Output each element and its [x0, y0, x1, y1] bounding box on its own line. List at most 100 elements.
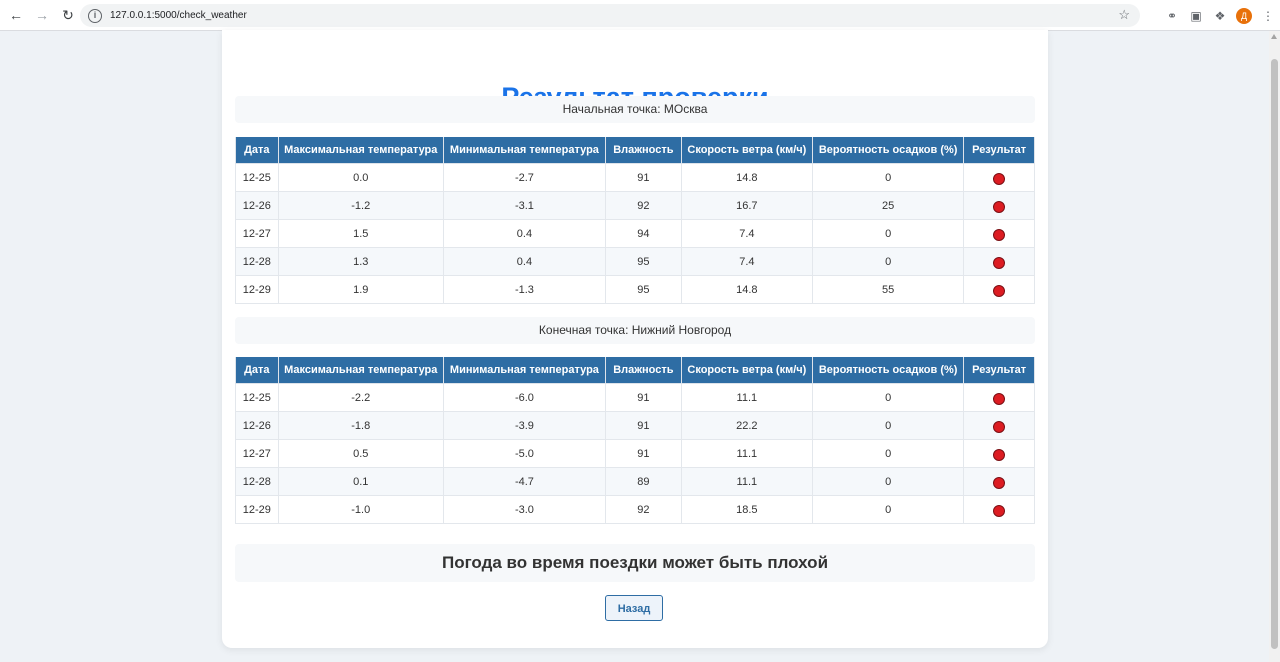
table-header-row: Дата Максимальная температура Минимальная … [235, 357, 1035, 384]
table-cell: 18.5 [680, 495, 814, 524]
extensions-icon[interactable]: ❖ [1208, 9, 1232, 23]
column-header: Минимальная температура [442, 137, 607, 164]
result-card: Результат проверки Начальная точка: МОск… [222, 30, 1048, 648]
column-header: Влажность [605, 137, 682, 164]
table-body: 12-25 0.0 -2.7 91 14.8 0 12-26 -1.2 -3.1 92 16.7 25… [235, 163, 1035, 304]
address-bar[interactable]: i 127.0.0.1:5000/check_weather ☆ [80, 4, 1140, 27]
red-status-dot-icon [993, 392, 1006, 405]
table-cell: 0 [811, 247, 965, 276]
table-cell: 0 [811, 495, 965, 524]
table-body: 12-25 -2.2 -6.0 91 11.1 0 12-26 -1.8 -3.9 91 22.2 0… [235, 383, 1035, 524]
table-cell: 12-27 [235, 219, 279, 248]
red-status-dot-icon [993, 420, 1006, 433]
table-cell: 0 [811, 411, 965, 440]
table-row: 12-28 1.3 0.4 95 7.4 0 [235, 247, 1035, 276]
column-header: Влажность [605, 357, 682, 384]
table-row: 12-27 1.5 0.4 94 7.4 0 [235, 219, 1035, 248]
red-status-dot-icon [993, 504, 1006, 517]
column-header: Результат [963, 357, 1035, 384]
column-header: Дата [235, 357, 279, 384]
page-scrollbar[interactable] [1269, 31, 1280, 662]
table-cell: 95 [605, 247, 682, 276]
site-info-icon[interactable]: i [88, 8, 102, 23]
table-cell: -2.2 [277, 383, 444, 412]
table-cell: 11.1 [680, 467, 814, 496]
table-cell: 14.8 [680, 275, 814, 304]
table-cell: 16.7 [680, 191, 814, 220]
reload-icon[interactable]: ↻ [56, 3, 80, 27]
table-cell: 0 [811, 219, 965, 248]
result-cell [963, 467, 1035, 496]
forward-arrow-icon[interactable]: → [30, 3, 54, 27]
result-cell [963, 219, 1035, 248]
globe-icon[interactable]: ⚭ [1160, 9, 1184, 23]
table-cell: 12-26 [235, 191, 279, 220]
bookmark-star-icon[interactable]: ☆ [1118, 7, 1130, 23]
column-header: Минимальная температура [442, 357, 607, 384]
table-cell: -6.0 [442, 383, 607, 412]
column-header: Вероятность осадков (%) [811, 137, 965, 164]
scroll-thumb[interactable] [1271, 59, 1278, 649]
end-point-label: Конечная точка: Нижний Новгород [235, 317, 1035, 344]
red-status-dot-icon [993, 476, 1006, 489]
table-cell: 12-27 [235, 439, 279, 468]
red-status-dot-icon [993, 172, 1006, 185]
result-cell [963, 383, 1035, 412]
table-row: 12-26 -1.8 -3.9 91 22.2 0 [235, 411, 1035, 440]
table-cell: 91 [605, 383, 682, 412]
table-cell: 11.1 [680, 439, 814, 468]
table-cell: 12-26 [235, 411, 279, 440]
result-cell [963, 439, 1035, 468]
table-cell: 12-29 [235, 495, 279, 524]
screenshot-icon[interactable]: ▣ [1184, 9, 1208, 23]
back-arrow-icon[interactable]: ← [4, 3, 28, 27]
table-cell: -1.8 [277, 411, 444, 440]
table-cell: 12-25 [235, 163, 279, 192]
table-row: 12-28 0.1 -4.7 89 11.1 0 [235, 467, 1035, 496]
column-header: Дата [235, 137, 279, 164]
table-cell: 0.4 [442, 247, 607, 276]
red-status-dot-icon [993, 200, 1006, 213]
table-cell: -4.7 [442, 467, 607, 496]
table-cell: 12-28 [235, 247, 279, 276]
result-cell [963, 495, 1035, 524]
table-cell: 14.8 [680, 163, 814, 192]
table-cell: 95 [605, 275, 682, 304]
red-status-dot-icon [993, 228, 1006, 241]
table-cell: -3.9 [442, 411, 607, 440]
table-cell: 0 [811, 163, 965, 192]
url-text[interactable]: 127.0.0.1:5000/check_weather [110, 10, 247, 21]
table-cell: 11.1 [680, 383, 814, 412]
scroll-up-arrow-icon[interactable] [1271, 34, 1277, 39]
table-cell: 1.9 [277, 275, 444, 304]
table-cell: 0.1 [277, 467, 444, 496]
end-weather-table: Дата Максимальная температура Минимальная … [235, 357, 1035, 524]
result-cell [963, 275, 1035, 304]
column-header: Вероятность осадков (%) [811, 357, 965, 384]
column-header: Максимальная температура [277, 137, 444, 164]
table-cell: 25 [811, 191, 965, 220]
column-header: Максимальная температура [277, 357, 444, 384]
column-header: Скорость ветра (км/ч) [680, 137, 814, 164]
red-status-dot-icon [993, 448, 1006, 461]
table-row: 12-27 0.5 -5.0 91 11.1 0 [235, 439, 1035, 468]
table-cell: 0 [811, 467, 965, 496]
column-header: Результат [963, 137, 1035, 164]
back-button[interactable]: Назад [605, 595, 663, 621]
conclusion-message: Погода во время поездки может быть плохо… [235, 544, 1035, 582]
table-cell: 1.5 [277, 219, 444, 248]
table-cell: 92 [605, 495, 682, 524]
result-cell [963, 411, 1035, 440]
profile-avatar[interactable]: Д [1236, 7, 1252, 24]
table-cell: 7.4 [680, 247, 814, 276]
browser-toolbar: ← → ↻ i 127.0.0.1:5000/check_weather ☆ ⚭… [0, 0, 1280, 31]
table-cell: 1.3 [277, 247, 444, 276]
table-cell: 0.5 [277, 439, 444, 468]
table-cell: 89 [605, 467, 682, 496]
table-cell: -1.2 [277, 191, 444, 220]
table-cell: -3.0 [442, 495, 607, 524]
menu-kebab-icon[interactable]: ⋮ [1256, 9, 1280, 23]
table-cell: 91 [605, 411, 682, 440]
table-cell: 91 [605, 439, 682, 468]
table-cell: -1.0 [277, 495, 444, 524]
